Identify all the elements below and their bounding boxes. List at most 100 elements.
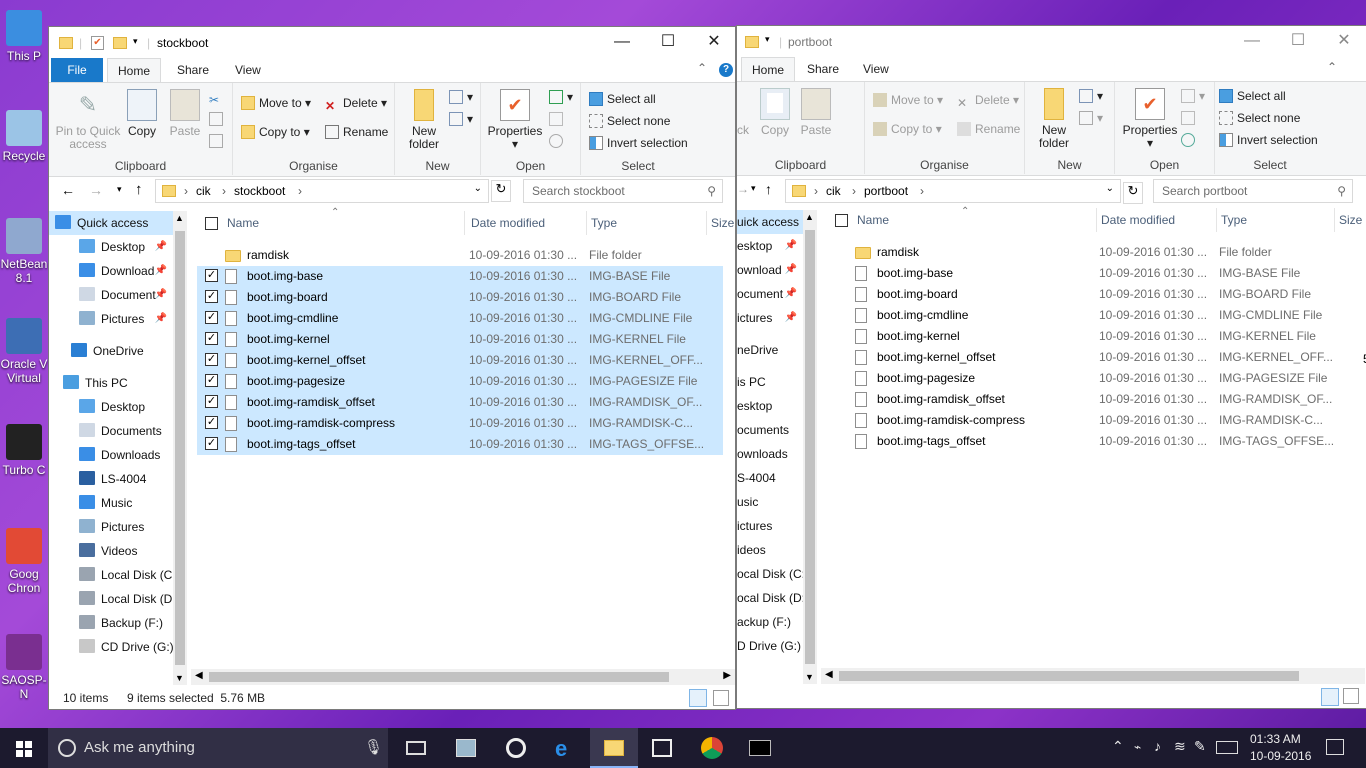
pin-icon[interactable]: 📌 xyxy=(785,282,797,306)
clock-date[interactable]: 10-09-2016 xyxy=(1250,749,1311,763)
paste-button[interactable]: Paste xyxy=(167,89,203,138)
nav-item[interactable]: Local Disk (D: xyxy=(49,587,176,611)
tab-view[interactable]: View xyxy=(225,58,271,83)
column-name[interactable]: Name xyxy=(223,211,465,235)
view-toggle[interactable] xyxy=(1321,688,1361,706)
nav-item[interactable]: Backup (F:) xyxy=(49,611,173,635)
horizontal-scrollbar[interactable]: ◀ ▶ xyxy=(191,669,735,685)
nav-item[interactable]: Download 📌 xyxy=(49,259,173,283)
row-checkbox[interactable]: ✓ xyxy=(205,374,218,387)
pin-icon[interactable]: 📌 xyxy=(155,307,167,331)
easy-access-button[interactable]: ▾ xyxy=(449,109,473,129)
desktop-icon[interactable]: Turbo C xyxy=(0,424,48,477)
row-checkbox[interactable]: ✓ xyxy=(205,311,218,324)
column-size[interactable]: Size xyxy=(1335,208,1366,232)
dropdown-icon[interactable]: ▾ xyxy=(765,34,770,45)
breadcrumb-cik[interactable]: cik xyxy=(196,184,211,198)
table-row[interactable]: ✓ boot.img-kernel 10-09-2016 01:30 ... IMG-… xyxy=(197,329,723,350)
nav-scrollbar[interactable]: ▲ ▼ xyxy=(173,211,187,685)
copy-button[interactable]: Copy xyxy=(125,89,159,138)
breadcrumb-current[interactable]: stockboot xyxy=(234,184,285,198)
nav-item[interactable]: Desktop 📌 xyxy=(49,235,173,259)
properties-button[interactable]: ✔ Properties ▾ xyxy=(485,89,545,151)
table-row[interactable]: boot.img-board 10-09-2016 01:30 ... IMG-BO… xyxy=(827,284,1353,305)
pin-icon[interactable]: 📌 xyxy=(155,283,167,307)
row-checkbox[interactable]: ✓ xyxy=(205,395,218,408)
nav-item[interactable]: ackup (F:) xyxy=(737,610,803,634)
table-row[interactable]: ✓ boot.img-ramdisk-compress 10-09-2016 01:… xyxy=(197,413,723,434)
table-row[interactable]: ✓ boot.img-board 10-09-2016 01:30 ... IMG-B… xyxy=(197,287,723,308)
row-checkbox[interactable]: ✓ xyxy=(205,290,218,303)
nav-item[interactable]: D Drive (G:) xyxy=(737,634,803,658)
nav-item[interactable]: This PC xyxy=(49,371,173,395)
taskbar-app-chrome[interactable] xyxy=(688,728,736,768)
column-date[interactable]: Date modified xyxy=(1097,208,1217,232)
close-button[interactable]: ✕ xyxy=(1321,26,1366,56)
taskbar-app-cmd[interactable] xyxy=(736,728,784,768)
delete-button[interactable]: ✕ Delete ▾ xyxy=(957,90,1019,110)
new-item-button[interactable]: ▾ xyxy=(1079,86,1103,106)
edit-button[interactable] xyxy=(1181,108,1199,128)
pin-quick-access-button[interactable]: ck xyxy=(737,88,749,137)
back-arrow-icon[interactable]: ← xyxy=(61,182,75,198)
nav-item[interactable]: esktop xyxy=(737,394,803,418)
desktop-icon[interactable]: Oracle V Virtual xyxy=(0,318,48,385)
desktop-icon[interactable]: This P xyxy=(0,10,48,63)
desktop-icon[interactable]: Goog Chron xyxy=(0,528,48,595)
network-icon[interactable]: ≋ xyxy=(1174,738,1186,755)
nav-item[interactable]: ownload 📌 xyxy=(737,258,803,282)
nav-scrollbar[interactable]: ▲ ▼ xyxy=(803,210,817,684)
pin-icon[interactable]: 📌 xyxy=(785,258,797,282)
select-none-button[interactable]: Select none xyxy=(1219,108,1300,128)
taskbar-app-photos[interactable] xyxy=(442,728,490,768)
tab-file[interactable]: File xyxy=(51,58,103,83)
nav-item[interactable]: esktop 📌 xyxy=(737,234,803,258)
column-type[interactable]: Type xyxy=(587,211,707,235)
address-bar[interactable]: › cik › stockboot › ⌄ xyxy=(155,179,489,203)
table-row[interactable]: ✓ boot.img-pagesize 10-09-2016 01:30 ... IM… xyxy=(197,371,723,392)
dropdown-icon[interactable]: ▾ xyxy=(133,36,138,47)
new-folder-button[interactable]: New folder xyxy=(401,89,447,151)
nav-item[interactable]: is PC xyxy=(737,370,803,394)
invert-selection-button[interactable]: Invert selection xyxy=(1219,130,1318,150)
table-row[interactable]: boot.img-pagesize 10-09-2016 01:30 ... IMG… xyxy=(827,368,1353,389)
table-row[interactable]: boot.img-ramdisk-compress 10-09-2016 01:3… xyxy=(827,410,1353,431)
nav-item[interactable]: Music xyxy=(49,491,173,515)
nav-item[interactable]: uick access xyxy=(737,210,803,234)
invert-selection-button[interactable]: Invert selection xyxy=(589,133,688,153)
taskbar-app-file-explorer[interactable] xyxy=(590,728,638,768)
nav-item[interactable]: ocument 📌 xyxy=(737,282,803,306)
history-button[interactable] xyxy=(1181,130,1199,150)
table-row[interactable]: boot.img-tags_offset 10-09-2016 01:30 ...… xyxy=(827,431,1353,452)
column-type[interactable]: Type xyxy=(1217,208,1335,232)
rename-button[interactable]: Rename xyxy=(957,119,1020,139)
navigation-pane[interactable]: uick access esktop 📌 ownload 📌 ocument 📌 icture… xyxy=(737,210,805,682)
pin-icon[interactable]: 📌 xyxy=(155,259,167,283)
column-date[interactable]: Date modified xyxy=(467,211,587,235)
tiles-view-icon[interactable] xyxy=(1343,688,1359,704)
horizontal-scrollbar[interactable]: ◀ xyxy=(821,668,1365,684)
paste-button[interactable]: Paste xyxy=(799,88,833,137)
row-checkbox[interactable]: ✓ xyxy=(205,269,218,282)
cortana-search-box[interactable]: Ask me anything 🎙 xyxy=(48,728,388,768)
open-button[interactable]: ▾ xyxy=(549,87,573,107)
copy-to-button[interactable]: Copy to ▾ xyxy=(241,122,310,142)
history-button[interactable] xyxy=(549,131,567,151)
move-to-button[interactable]: Move to ▾ xyxy=(873,90,943,110)
delete-button[interactable]: ✕ Delete ▾ xyxy=(325,93,387,113)
new-folder-quick-icon[interactable] xyxy=(113,37,127,49)
copy-path-button[interactable] xyxy=(209,109,227,129)
nav-item[interactable]: S-4004 xyxy=(737,466,803,490)
nav-item[interactable]: Videos xyxy=(49,539,173,563)
select-none-button[interactable]: Select none xyxy=(589,111,670,131)
nav-item[interactable]: OneDrive xyxy=(49,339,173,363)
rename-button[interactable]: Rename xyxy=(325,122,388,142)
clock-time[interactable]: 01:33 AM xyxy=(1250,732,1301,746)
row-checkbox[interactable]: ✓ xyxy=(205,437,218,450)
nav-item[interactable]: Pictures 📌 xyxy=(49,307,173,331)
nav-item[interactable]: Pictures xyxy=(49,515,173,539)
title-bar[interactable]: | ✔ ▾ | stockboot — ☐ ✕ xyxy=(49,27,735,59)
nav-item[interactable]: Desktop xyxy=(49,395,173,419)
minimize-button[interactable]: — xyxy=(599,27,645,57)
address-bar[interactable]: › cik › portboot › ⌄ xyxy=(785,179,1121,203)
